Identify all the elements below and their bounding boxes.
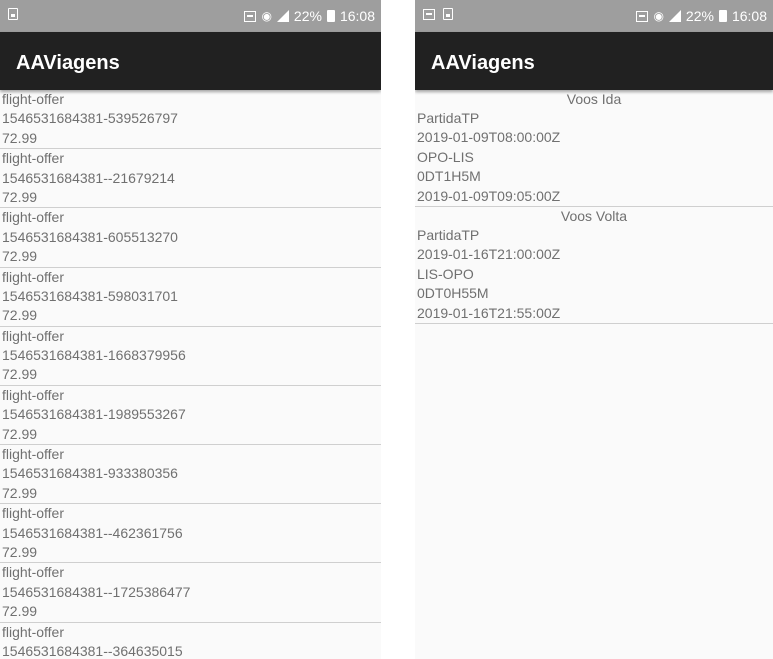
- image-notification-icon: [8, 8, 18, 20]
- offers-list[interactable]: flight-offer 1546531684381-539526797 72.99…: [0, 90, 381, 659]
- status-bar: ◉ 22% 16:08: [415, 0, 773, 32]
- offer-type: flight-offer: [2, 623, 64, 640]
- return-title: Voos Volta: [560, 207, 628, 224]
- offer-id: 1546531684381-598031701: [2, 287, 178, 304]
- return-duration: 0DT0H55M: [417, 285, 489, 302]
- battery-icon: [718, 10, 727, 22]
- offer-row[interactable]: flight-offer 1546531684381--1725386477 72.…: [0, 563, 381, 623]
- offer-id: 1546531684381--1725386477: [2, 583, 191, 600]
- offer-type: flight-offer: [2, 564, 64, 581]
- offer-row[interactable]: flight-offer 1546531684381--462361756 72.9…: [0, 504, 381, 564]
- return-arrival: 2019-01-16T21:55:00Z: [417, 304, 561, 321]
- wifi-icon: ◉: [261, 9, 272, 23]
- battery-percent: 22%: [685, 8, 714, 24]
- offer-price: 72.99: [2, 603, 38, 620]
- offer-type: flight-offer: [2, 209, 64, 226]
- offer-type: flight-offer: [2, 91, 64, 107]
- offer-id: 1546531684381--462361756: [2, 524, 183, 541]
- return-departure: 2019-01-16T21:00:00Z: [417, 246, 561, 263]
- status-bar: ◉ 22% 16:08: [0, 0, 381, 32]
- offer-id: 1546531684381-933380356: [2, 465, 178, 482]
- outbound-carrier: PartidaTP: [417, 110, 480, 126]
- offer-price: 72.99: [2, 188, 38, 205]
- outbound-arrival: 2019-01-09T09:05:00Z: [417, 187, 561, 204]
- app-title: AAViagens: [415, 32, 773, 90]
- offers-screen: ◉ 22% 16:08 AAViagens flight-offer 154653…: [0, 0, 381, 659]
- offer-row[interactable]: flight-offer 1546531684381-539526797 72.99: [0, 90, 381, 150]
- battery-percent: 22%: [293, 8, 322, 24]
- offer-type: flight-offer: [2, 446, 64, 463]
- offer-id: 1546531684381-1668379956: [2, 347, 186, 364]
- return-section: Voos Volta PartidaTP 2019-01-16T21:00:00…: [415, 207, 773, 324]
- offer-row[interactable]: flight-offer 1546531684381--364635015: [0, 623, 381, 659]
- battery-icon: [326, 10, 335, 22]
- offer-row[interactable]: flight-offer 1546531684381-1989553267 72.9…: [0, 386, 381, 446]
- offer-detail-screen: ◉ 22% 16:08 AAViagens Voos Ida PartidaTP…: [415, 0, 773, 659]
- offer-row[interactable]: flight-offer 1546531684381-1668379956 72.9…: [0, 327, 381, 386]
- mute-icon: [244, 10, 257, 22]
- offer-id: 1546531684381-1989553267: [2, 406, 186, 423]
- app-title: AAViagens: [0, 32, 381, 90]
- flight-detail: Voos Ida PartidaTP 2019-01-09T08:00:00Z …: [415, 90, 773, 324]
- return-carrier: PartidaTP: [417, 226, 480, 243]
- offer-type: flight-offer: [2, 150, 64, 167]
- outbound-departure: 2019-01-09T08:00:00Z: [417, 129, 561, 146]
- return-route: LIS-OPO: [417, 265, 474, 282]
- signal-icon: [276, 10, 289, 22]
- mute-icon: [636, 10, 649, 22]
- message-notification-icon: [423, 8, 435, 20]
- clock: 16:08: [731, 8, 767, 24]
- offer-row[interactable]: flight-offer 1546531684381-605513270 72.99: [0, 208, 381, 268]
- outbound-title: Voos Ida: [566, 91, 622, 107]
- offer-type: flight-offer: [2, 505, 64, 522]
- offer-price: 72.99: [2, 248, 38, 265]
- offer-price: 72.99: [2, 307, 38, 324]
- outbound-section: Voos Ida PartidaTP 2019-01-09T08:00:00Z …: [415, 90, 773, 207]
- offer-price: 72.99: [2, 366, 38, 383]
- offer-price: 72.99: [2, 129, 38, 146]
- clock: 16:08: [339, 8, 375, 24]
- wifi-icon: ◉: [653, 9, 664, 23]
- offer-price: 72.99: [2, 425, 38, 442]
- offer-price: 72.99: [2, 543, 38, 560]
- offer-row[interactable]: flight-offer 1546531684381-933380356 72.99: [0, 445, 381, 505]
- offer-id: 1546531684381-539526797: [2, 110, 178, 127]
- offer-type: flight-offer: [2, 268, 64, 285]
- offer-id: 1546531684381-605513270: [2, 228, 178, 245]
- offer-type: flight-offer: [2, 327, 64, 344]
- offer-id: 1546531684381--364635015: [2, 642, 183, 659]
- offer-row[interactable]: flight-offer 1546531684381--21679214 72.99: [0, 149, 381, 209]
- outbound-route: OPO-LIS: [417, 148, 474, 165]
- image-notification-icon: [443, 8, 453, 20]
- signal-icon: [668, 10, 681, 22]
- offer-id: 1546531684381--21679214: [2, 169, 175, 186]
- offer-row[interactable]: flight-offer 1546531684381-598031701 72.99: [0, 268, 381, 327]
- offer-price: 72.99: [2, 484, 38, 501]
- offer-type: flight-offer: [2, 386, 64, 403]
- outbound-duration: 0DT1H5M: [417, 168, 481, 185]
